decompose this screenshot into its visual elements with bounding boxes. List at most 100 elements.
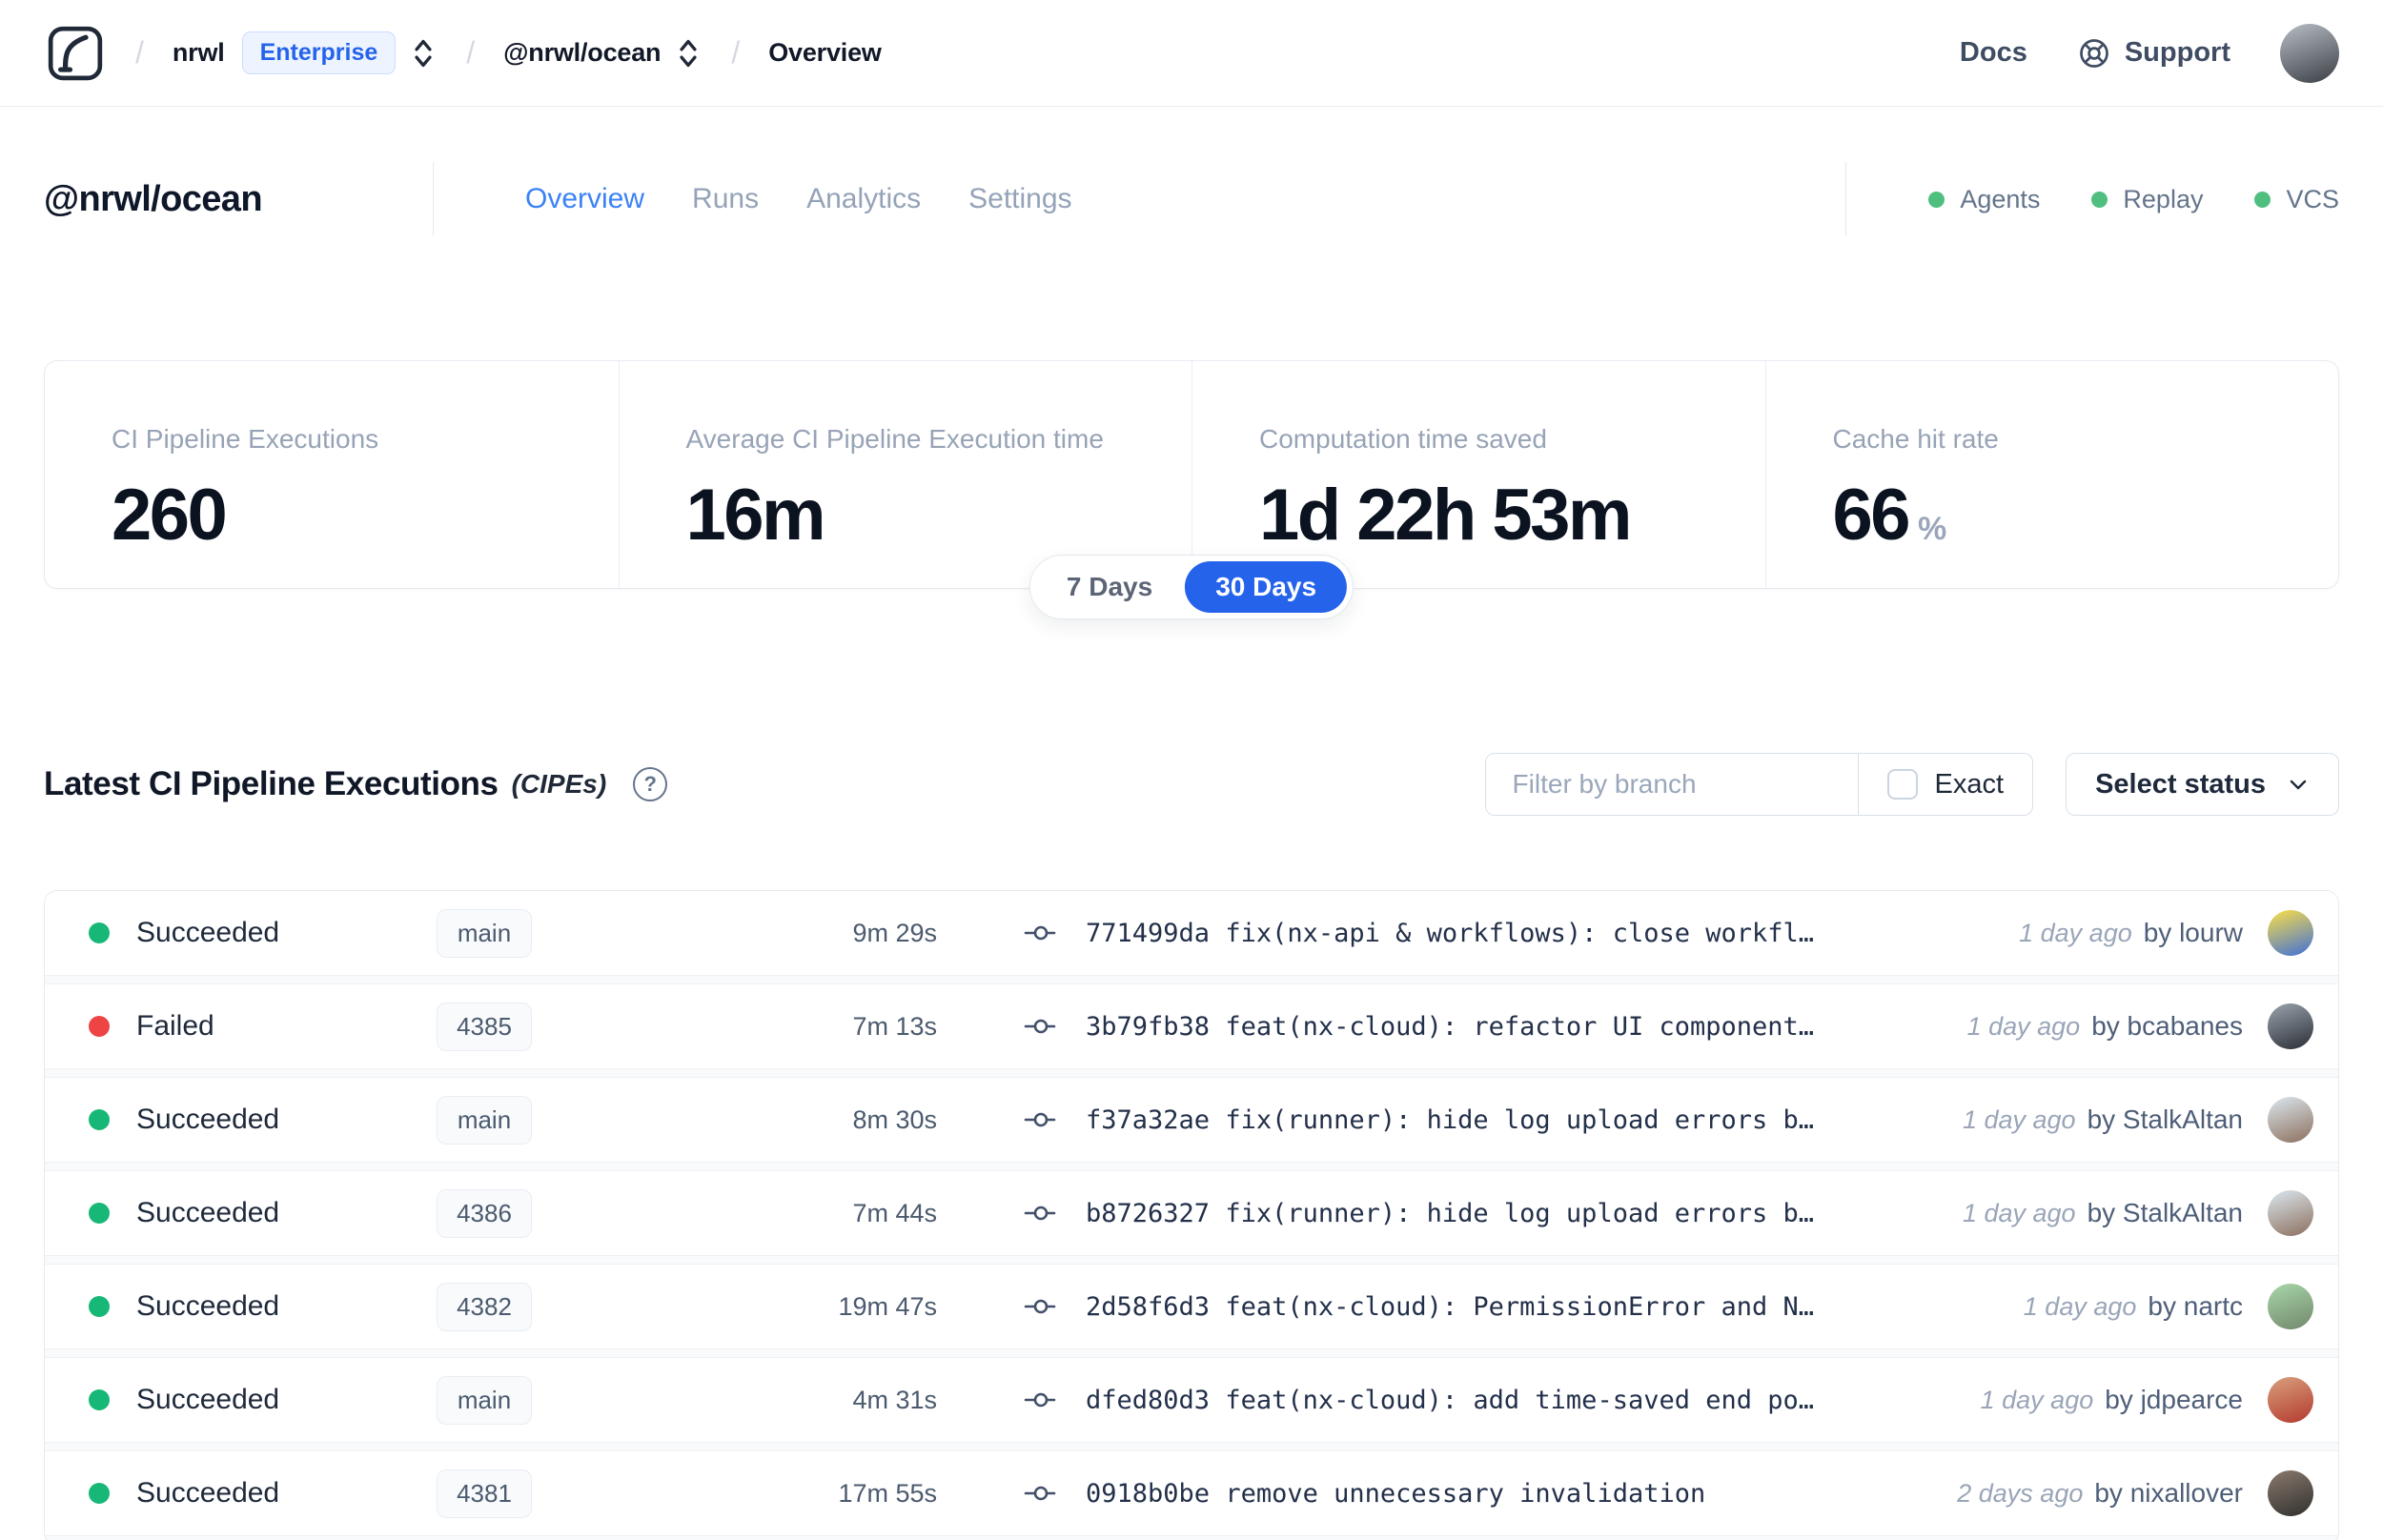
author-avatar[interactable] bbox=[2268, 1097, 2313, 1143]
cipe-time-ago: 2 days ago bbox=[1957, 1478, 2084, 1508]
status-dot-icon bbox=[89, 1203, 110, 1224]
workspace-title: @nrwl/ocean bbox=[44, 178, 263, 219]
cipe-author: by bcabanes bbox=[2091, 1011, 2243, 1041]
cipe-row[interactable]: Succeeded 4386 7m 44s b8726327 fix(runne… bbox=[45, 1171, 2338, 1255]
author-avatar[interactable] bbox=[2268, 1190, 2313, 1236]
cipe-row[interactable]: Succeeded 4381 17m 55s 0918b0be remove u… bbox=[45, 1451, 2338, 1535]
cipe-duration: 9m 29s bbox=[852, 918, 937, 947]
status-dot-icon bbox=[89, 1016, 110, 1037]
cipe-commit-cell[interactable]: b8726327 fix(runner): hide log upload er… bbox=[1023, 1199, 1963, 1228]
exact-filter-toggle[interactable]: Exact bbox=[1857, 754, 2033, 815]
service-label: Replay bbox=[2123, 184, 2204, 213]
commit-text: dfed80d3 feat(nx-cloud): add time-saved … bbox=[1086, 1386, 1814, 1415]
status-label: Succeeded bbox=[136, 1477, 280, 1509]
stats-panel: CI Pipeline Executions 260 Average CI Pi… bbox=[44, 360, 2339, 619]
service-vcs[interactable]: VCS bbox=[2254, 185, 2339, 214]
help-icon[interactable]: ? bbox=[633, 767, 668, 801]
service-replay[interactable]: Replay bbox=[2091, 185, 2203, 214]
service-status-list: Agents Replay VCS bbox=[1928, 185, 2339, 214]
cipe-duration: 4m 31s bbox=[852, 1385, 937, 1414]
cipe-author: by jdpearce bbox=[2105, 1385, 2243, 1414]
commit-message: remove unnecessary invalidation bbox=[1225, 1478, 1706, 1509]
branch-pill[interactable]: 4385 bbox=[437, 1002, 532, 1051]
author-avatar[interactable] bbox=[2268, 1284, 2313, 1329]
cipe-row[interactable]: Succeeded main 9m 29s 771499da fix(nx-ap… bbox=[45, 891, 2338, 975]
cipe-commit-cell[interactable]: 0918b0be remove unnecessary invalidation bbox=[1023, 1479, 1957, 1509]
author-avatar[interactable] bbox=[2268, 1377, 2313, 1423]
branch-pill[interactable]: main bbox=[437, 908, 532, 958]
cipe-commit-cell[interactable]: 2d58f6d3 feat(nx-cloud): PermissionError… bbox=[1023, 1292, 2024, 1322]
status-dot-icon bbox=[89, 1296, 110, 1317]
status-label: Succeeded bbox=[136, 917, 280, 948]
branch-pill[interactable]: 4382 bbox=[437, 1282, 532, 1331]
docs-link[interactable]: Docs bbox=[1960, 37, 2027, 69]
status-dot-icon bbox=[89, 922, 110, 943]
git-commit-icon bbox=[1023, 1294, 1063, 1319]
status-label: Failed bbox=[136, 1010, 214, 1042]
breadcrumb-org[interactable]: nrwl bbox=[173, 38, 225, 68]
author-avatar[interactable] bbox=[2268, 1003, 2313, 1049]
cipe-commit-cell[interactable]: dfed80d3 feat(nx-cloud): add time-saved … bbox=[1023, 1386, 1981, 1415]
tab-settings[interactable]: Settings bbox=[968, 183, 1071, 215]
commit-hash: 771499da bbox=[1086, 918, 1211, 948]
support-link[interactable]: Support bbox=[2077, 36, 2230, 71]
commit-hash: 2d58f6d3 bbox=[1086, 1291, 1211, 1322]
stat-value: 1d 22h 53m bbox=[1259, 475, 1632, 556]
cipe-duration: 7m 44s bbox=[852, 1198, 937, 1227]
stat-label: Computation time saved bbox=[1259, 424, 1547, 454]
cipe-duration: 17m 55s bbox=[838, 1478, 937, 1508]
cipe-branch-cell: 4385 bbox=[437, 1002, 708, 1051]
commit-hash: 3b79fb38 bbox=[1086, 1011, 1211, 1042]
branch-pill[interactable]: 4381 bbox=[437, 1469, 532, 1518]
branch-pill[interactable]: main bbox=[437, 1095, 532, 1145]
cipe-author: by lourw bbox=[2143, 918, 2243, 947]
cipe-commit-cell[interactable]: 771499da fix(nx-api & workflows): close … bbox=[1023, 919, 2019, 948]
git-commit-icon bbox=[1023, 1388, 1063, 1412]
author-avatar[interactable] bbox=[2268, 910, 2313, 956]
cipe-row[interactable]: Succeeded 4382 19m 47s 2d58f6d3 feat(nx-… bbox=[45, 1265, 2338, 1348]
chevron-down-icon bbox=[2287, 773, 2310, 796]
cipe-row[interactable]: Failed 4385 7m 13s 3b79fb38 feat(nx-clou… bbox=[45, 984, 2338, 1068]
service-agents[interactable]: Agents bbox=[1928, 185, 2040, 214]
commit-hash: dfed80d3 bbox=[1086, 1385, 1211, 1415]
cipe-title-suffix: (CIPEs) bbox=[511, 769, 607, 799]
cipe-row[interactable]: Succeeded main 8m 30s f37a32ae fix(runne… bbox=[45, 1078, 2338, 1162]
status-select-dropdown[interactable]: Select status bbox=[2066, 753, 2339, 816]
workspace-switcher-chevrons-icon[interactable] bbox=[674, 36, 703, 71]
support-label: Support bbox=[2124, 37, 2230, 68]
breadcrumb-workspace[interactable]: @nrwl/ocean bbox=[503, 38, 661, 68]
tab-analytics[interactable]: Analytics bbox=[806, 183, 921, 215]
status-label: Succeeded bbox=[136, 1384, 280, 1415]
cipe-duration: 19m 47s bbox=[838, 1291, 937, 1321]
branch-filter-input[interactable] bbox=[1485, 754, 1858, 815]
tab-runs[interactable]: Runs bbox=[692, 183, 759, 215]
period-option-30-days[interactable]: 30 Days bbox=[1185, 561, 1348, 613]
stat-value: 260 bbox=[112, 475, 228, 556]
org-switcher-chevrons-icon[interactable] bbox=[409, 36, 438, 71]
service-status-dot-icon bbox=[1928, 191, 1945, 208]
branch-pill[interactable]: main bbox=[437, 1375, 532, 1425]
stat-label: Average CI Pipeline Execution time bbox=[685, 424, 1104, 454]
stat-suffix: % bbox=[1918, 511, 1947, 547]
cipe-section-header: Latest CI Pipeline Executions (CIPEs) ? … bbox=[44, 753, 2339, 816]
cipe-commit-cell[interactable]: f37a32ae fix(runner): hide log upload er… bbox=[1023, 1105, 1963, 1135]
exact-checkbox[interactable] bbox=[1886, 769, 1918, 800]
git-commit-icon bbox=[1023, 1014, 1063, 1039]
commit-text: 0918b0be remove unnecessary invalidation bbox=[1086, 1479, 1705, 1509]
cipe-time-ago: 1 day ago bbox=[1980, 1385, 2094, 1414]
author-avatar[interactable] bbox=[2268, 1470, 2313, 1516]
cipe-time-ago: 1 day ago bbox=[1966, 1011, 2081, 1041]
user-avatar[interactable] bbox=[2280, 23, 2339, 83]
cipe-row[interactable]: Succeeded main 4m 31s dfed80d3 feat(nx-c… bbox=[45, 1358, 2338, 1442]
cipe-meta-cell: 1 day ago by bcabanes bbox=[1967, 1003, 2313, 1049]
cipe-status-cell: Succeeded bbox=[89, 1197, 437, 1229]
nx-cloud-logo-icon[interactable] bbox=[44, 22, 107, 85]
tab-overview[interactable]: Overview bbox=[525, 183, 644, 215]
status-dot-icon bbox=[89, 1109, 110, 1130]
status-label: Succeeded bbox=[136, 1290, 280, 1322]
branch-filter-group: Exact bbox=[1484, 753, 2034, 816]
period-option-7-days[interactable]: 7 Days bbox=[1036, 561, 1183, 613]
cipe-commit-cell[interactable]: 3b79fb38 feat(nx-cloud): refactor UI com… bbox=[1023, 1012, 1967, 1042]
branch-pill[interactable]: 4386 bbox=[437, 1188, 532, 1238]
cipe-status-cell: Succeeded bbox=[89, 1477, 437, 1510]
